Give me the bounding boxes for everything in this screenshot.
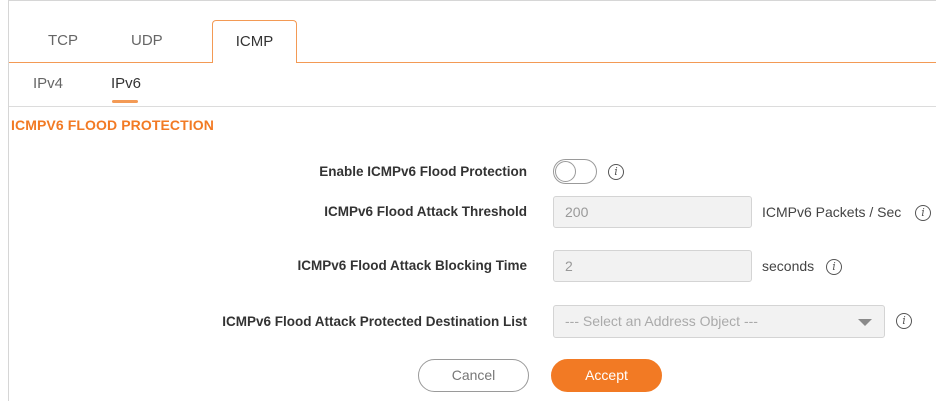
threshold-input[interactable]: 200	[553, 196, 752, 228]
tab-tcp[interactable]: TCP	[48, 20, 78, 62]
info-icon[interactable]: i	[896, 313, 912, 329]
destination-list-select[interactable]: --- Select an Address Object ---	[553, 305, 885, 338]
blocking-time-label: ICMPv6 Flood Attack Blocking Time	[297, 258, 527, 273]
toggle-knob	[555, 161, 576, 182]
threshold-unit: ICMPv6 Packets / Sec	[762, 204, 902, 220]
cancel-button[interactable]: Cancel	[418, 359, 529, 392]
blocking-time-input[interactable]: 2	[553, 250, 752, 282]
enable-flood-protection-label: Enable ICMPv6 Flood Protection	[319, 164, 527, 179]
active-tab-gap	[213, 62, 296, 63]
section-title: ICMPV6 FLOOD PROTECTION	[11, 117, 214, 133]
chevron-down-icon	[858, 319, 872, 326]
blocking-time-unit: seconds	[762, 258, 815, 274]
subtab-ipv4[interactable]: IPv4	[33, 75, 63, 92]
subtabs-divider	[9, 106, 936, 107]
subtab-ipv6[interactable]: IPv6	[111, 75, 141, 92]
info-icon[interactable]: i	[608, 164, 624, 180]
subtab-active-indicator	[112, 100, 138, 103]
enable-flood-protection-toggle[interactable]	[553, 159, 597, 184]
destination-list-value: --- Select an Address Object ---	[565, 313, 758, 329]
threshold-label: ICMPv6 Flood Attack Threshold	[324, 204, 527, 219]
tab-udp[interactable]: UDP	[131, 20, 163, 62]
tab-icmp[interactable]: ICMP	[212, 20, 297, 63]
destination-list-label: ICMPv6 Flood Attack Protected Destinatio…	[222, 314, 527, 329]
tabs-divider	[9, 62, 936, 63]
info-icon[interactable]: i	[915, 205, 931, 221]
info-icon[interactable]: i	[826, 259, 842, 275]
accept-button[interactable]: Accept	[551, 359, 662, 392]
